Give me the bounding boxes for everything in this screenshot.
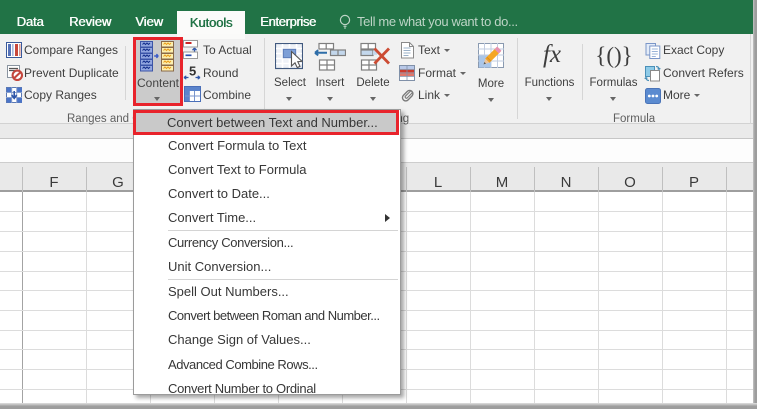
svg-text:5: 5 bbox=[189, 64, 196, 79]
